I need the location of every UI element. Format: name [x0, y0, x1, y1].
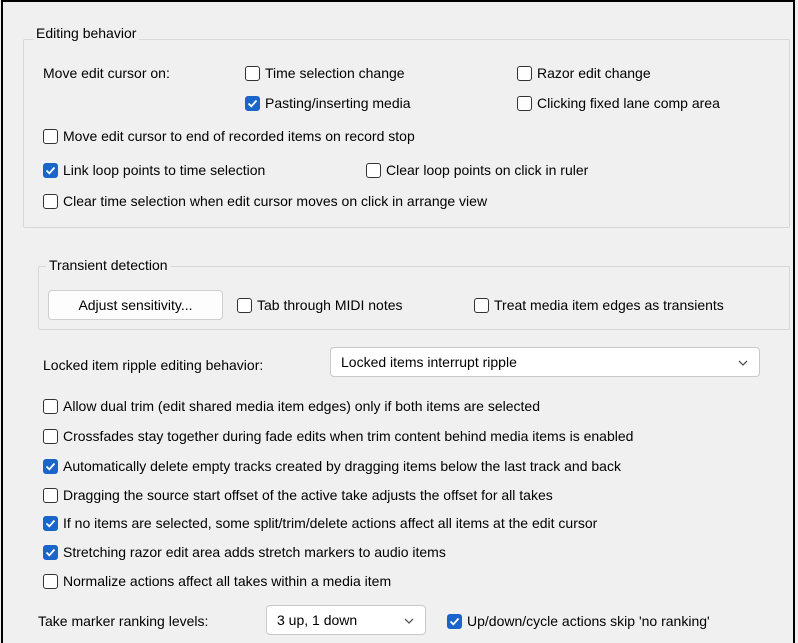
checkbox-delete-empty-tracks[interactable]: Automatically delete empty tracks create… [43, 457, 621, 475]
chevron-down-icon [738, 360, 748, 366]
checkbox-pasting-inserting-media[interactable]: Pasting/inserting media [245, 94, 411, 112]
checkbox-label: Clear loop points on click in ruler [386, 162, 589, 178]
checkbox-clear-loop-points[interactable]: Clear loop points on click in ruler [366, 161, 588, 179]
checkbox-tab-midi-notes[interactable]: Tab through MIDI notes [237, 296, 403, 314]
checkbox-box[interactable] [43, 193, 58, 209]
checkbox-label: Clicking fixed lane comp area [537, 95, 720, 111]
checkbox-box[interactable] [43, 487, 58, 503]
checkbox-label: Dragging the source start offset of the … [63, 487, 553, 503]
checkbox-razor-edit-change[interactable]: Razor edit change [517, 64, 651, 82]
checkbox-label: Treat media item edges as transients [494, 297, 724, 313]
checkbox-label: Tab through MIDI notes [257, 297, 403, 313]
checkbox-box[interactable] [366, 162, 381, 178]
ripple-behavior-value: Locked items interrupt ripple [341, 354, 517, 370]
checkbox-label: Crossfades stay together during fade edi… [63, 428, 634, 444]
checkbox-label: Normalize actions affect all takes withi… [63, 573, 392, 589]
take-marker-ranking-select[interactable]: 3 up, 1 down [266, 605, 426, 635]
editing-behavior-title: Editing behavior [33, 25, 140, 41]
checkbox-box[interactable] [517, 65, 532, 81]
adjust-sensitivity-button[interactable]: Adjust sensitivity... [48, 290, 223, 320]
checkbox-clear-time-selection[interactable]: Clear time selection when edit cursor mo… [43, 192, 487, 210]
checkbox-label: Razor edit change [537, 65, 651, 81]
window-frame-left [1, 0, 3, 643]
checkbox-crossfades-together[interactable]: Crossfades stay together during fade edi… [43, 427, 633, 445]
chevron-down-icon [404, 618, 414, 624]
checkbox-source-start-offset[interactable]: Dragging the source start offset of the … [43, 486, 553, 504]
preferences-panel: Editing behavior Move edit cursor on: Ti… [0, 0, 796, 643]
checkbox-box[interactable] [237, 297, 252, 313]
checkbox-time-selection-change[interactable]: Time selection change [245, 64, 405, 82]
checkbox-box[interactable] [43, 573, 58, 589]
checkbox-box[interactable] [43, 128, 58, 144]
checkbox-box[interactable] [474, 297, 489, 313]
checkbox-box[interactable] [245, 95, 260, 111]
checkbox-label: Move edit cursor to end of recorded item… [63, 128, 415, 144]
checkbox-label: Up/down/cycle actions skip 'no ranking' [467, 613, 710, 629]
checkbox-normalize-all-takes[interactable]: Normalize actions affect all takes withi… [43, 572, 391, 590]
checkbox-move-cursor-end-recorded[interactable]: Move edit cursor to end of recorded item… [43, 127, 415, 145]
checkbox-allow-dual-trim[interactable]: Allow dual trim (edit shared media item … [43, 397, 540, 415]
checkbox-clicking-fixed-lane[interactable]: Clicking fixed lane comp area [517, 94, 720, 112]
window-frame-right [793, 0, 795, 643]
transient-detection-title: Transient detection [46, 257, 171, 273]
checkbox-label: Automatically delete empty tracks create… [63, 458, 621, 474]
ripple-behavior-label: Locked item ripple editing behavior: [43, 357, 264, 373]
checkbox-label: If no items are selected, some split/tri… [63, 515, 598, 531]
checkbox-treat-edges-transients[interactable]: Treat media item edges as transients [474, 296, 724, 314]
checkbox-box[interactable] [447, 613, 462, 629]
checkbox-label: Clear time selection when edit cursor mo… [63, 193, 488, 209]
checkbox-label: Pasting/inserting media [265, 95, 411, 111]
take-marker-ranking-value: 3 up, 1 down [277, 612, 358, 628]
take-marker-ranking-label: Take marker ranking levels: [38, 613, 209, 629]
window-frame-top [1, 0, 795, 2]
checkbox-box[interactable] [43, 515, 58, 531]
checkbox-label: Allow dual trim (edit shared media item … [63, 398, 540, 414]
checkbox-box[interactable] [43, 162, 58, 178]
checkbox-label: Time selection change [265, 65, 405, 81]
checkbox-no-items-selected[interactable]: If no items are selected, some split/tri… [43, 514, 597, 532]
checkbox-skip-no-ranking[interactable]: Up/down/cycle actions skip 'no ranking' [447, 612, 710, 630]
ripple-behavior-select[interactable]: Locked items interrupt ripple [330, 347, 760, 377]
checkbox-box[interactable] [517, 95, 532, 111]
checkbox-box[interactable] [43, 428, 58, 444]
checkbox-box[interactable] [43, 544, 58, 560]
checkbox-box[interactable] [43, 458, 58, 474]
checkbox-label: Link loop points to time selection [63, 162, 266, 178]
checkbox-stretch-razor-edit[interactable]: Stretching razor edit area adds stretch … [43, 543, 446, 561]
checkbox-box[interactable] [43, 398, 58, 414]
checkbox-link-loop-points[interactable]: Link loop points to time selection [43, 161, 265, 179]
checkbox-box[interactable] [245, 65, 260, 81]
checkbox-label: Stretching razor edit area adds stretch … [63, 544, 446, 560]
move-edit-cursor-label: Move edit cursor on: [43, 65, 170, 81]
